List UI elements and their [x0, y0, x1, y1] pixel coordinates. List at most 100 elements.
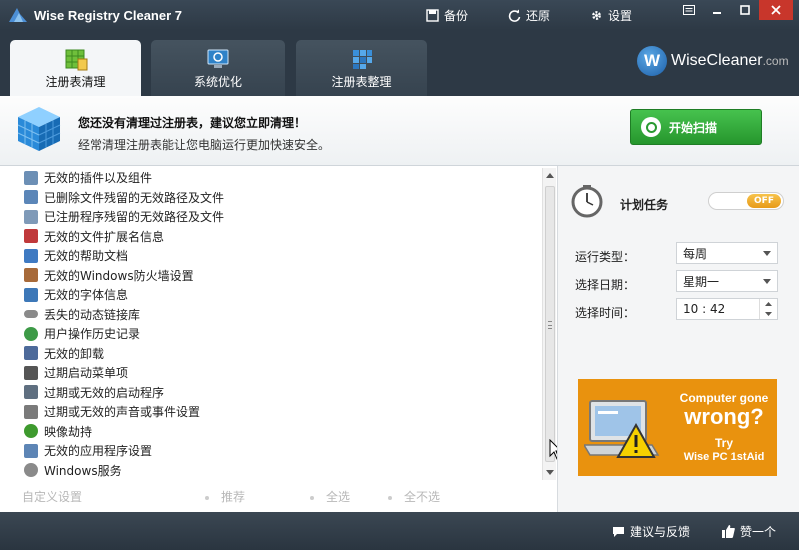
like-link[interactable]: 赞一个	[722, 523, 776, 540]
list-item[interactable]: 已注册程序残留的无效路径及文件	[24, 207, 224, 226]
history-icon	[24, 326, 38, 341]
schedule-label: 计划任务	[620, 198, 669, 212]
brand-suffix: .com	[762, 54, 789, 68]
minimize-icon	[713, 12, 721, 14]
plugin-icon	[24, 170, 38, 185]
start-scan-button[interactable]: 开始扫描	[630, 109, 762, 145]
bug-icon	[24, 424, 38, 438]
program-file-icon	[24, 209, 38, 224]
ad-line-1: Computer gone	[679, 391, 769, 405]
scroll-up-arrow-icon[interactable]	[543, 168, 557, 182]
backup-label: 备份	[444, 8, 469, 23]
tab-registry-defrag[interactable]: 注册表整理	[296, 40, 427, 96]
list-item-label: 无效的卸载	[44, 346, 105, 361]
laptop-warning-icon	[584, 400, 660, 458]
list-item[interactable]: 过期启动菜单项	[24, 363, 128, 382]
ad-line-4: Wise PC 1stAid	[683, 451, 765, 463]
bottom-bar: 建议与反馈 赞一个	[0, 512, 799, 550]
tab-label: 系统优化	[193, 75, 242, 89]
day-label: 选择日期：	[575, 278, 636, 292]
list-item[interactable]: 过期或无效的声音或事件设置	[24, 402, 200, 421]
close-icon	[771, 5, 781, 15]
list-scrollbar[interactable]	[542, 168, 556, 480]
list-item[interactable]: 无效的文件扩展名信息	[24, 227, 164, 246]
settings-label: 设置	[608, 8, 633, 23]
tab-registry-clean[interactable]: 注册表清理	[10, 40, 141, 96]
list-item[interactable]: 无效的卸载	[24, 344, 104, 363]
list-item-label: 无效的插件以及组件	[44, 171, 153, 185]
recommended-link[interactable]: 推荐	[205, 488, 245, 505]
settings-button[interactable]: 设置	[590, 6, 632, 24]
help-document-icon	[24, 248, 38, 263]
list-item-label: 无效的帮助文档	[44, 249, 129, 263]
time-stepper[interactable]	[759, 299, 777, 319]
chevron-down-icon[interactable]	[757, 271, 777, 291]
list-item[interactable]: 无效的插件以及组件	[24, 168, 152, 187]
app-window: Wise Registry Cleaner 7 备份 还原 设置 注册表清理 系…	[0, 0, 799, 550]
list-item[interactable]: 丢失的动态链接库	[24, 305, 140, 324]
registry-category-list: 无效的插件以及组件 已删除文件残留的无效路径及文件 已注册程序残留的无效路径及文…	[0, 166, 557, 482]
app-title: Wise Registry Cleaner 7	[34, 8, 183, 23]
minimize-button[interactable]	[703, 0, 731, 20]
menu-button[interactable]	[675, 0, 703, 20]
tab-system-optimize[interactable]: 系统优化	[151, 40, 285, 96]
scan-icon	[641, 117, 661, 137]
select-all-label: 全选	[326, 490, 351, 504]
startup-program-icon	[24, 385, 38, 399]
spin-down-icon[interactable]	[760, 309, 777, 319]
restore-button[interactable]: 还原	[508, 6, 550, 24]
list-item[interactable]: 用户操作历史记录	[24, 324, 140, 343]
day-select[interactable]: 星期一	[676, 270, 778, 292]
app-settings-icon	[24, 443, 38, 458]
clock-icon	[571, 185, 603, 218]
title-bar: Wise Registry Cleaner 7 备份 还原 设置	[0, 0, 799, 30]
schedule-toggle[interactable]: OFF	[708, 192, 784, 210]
spin-up-icon[interactable]	[760, 299, 777, 309]
chevron-down-icon[interactable]	[757, 243, 777, 263]
run-type-label: 运行类型：	[575, 250, 636, 264]
status-banner: 您还没有清理过注册表，建议您立即清理！ 经常清理注册表能让您电脑运行更加快速安全…	[0, 96, 799, 166]
list-item[interactable]: Windows服务	[24, 461, 122, 480]
select-all-link[interactable]: 全选	[310, 488, 350, 505]
run-type-select[interactable]: 每周	[676, 242, 778, 264]
list-item-label: 无效的应用程序设置	[44, 444, 153, 458]
list-item-label: 过期或无效的声音或事件设置	[44, 405, 201, 419]
deleted-file-icon	[24, 190, 38, 204]
list-item-label: 无效的Windows防火墙设置	[44, 268, 194, 283]
services-icon	[24, 463, 38, 477]
ad-line-3: Try	[714, 436, 733, 450]
wisecleaner-brand[interactable]: W WiseCleaner.com	[637, 46, 789, 76]
scroll-down-arrow-icon[interactable]	[543, 466, 557, 480]
list-item[interactable]: 无效的Windows防火墙设置	[24, 266, 194, 285]
custom-settings-link[interactable]: 自定义设置	[22, 488, 82, 505]
list-item[interactable]: 映像劫持	[24, 422, 92, 441]
toggle-state: OFF	[747, 194, 781, 208]
list-item[interactable]: 过期或无效的启动程序	[24, 383, 164, 402]
list-item[interactable]: 无效的应用程序设置	[24, 441, 152, 460]
list-item[interactable]: 无效的字体信息	[24, 285, 128, 304]
gear-icon	[592, 10, 601, 20]
close-button[interactable]	[759, 0, 793, 20]
list-item-label: 无效的字体信息	[44, 288, 129, 302]
list-item[interactable]: 无效的帮助文档	[24, 246, 128, 265]
time-value: 10 : 42	[683, 302, 726, 316]
chat-bubble-icon	[613, 526, 624, 537]
file-extension-icon	[24, 229, 38, 243]
wisecleaner-logo-icon: W	[637, 46, 667, 76]
backup-button[interactable]: 备份	[426, 6, 468, 24]
scroll-thumb[interactable]	[545, 186, 555, 462]
uninstall-icon	[24, 346, 38, 360]
feedback-link[interactable]: 建议与反馈	[612, 523, 690, 540]
brand-name-text: WiseCleaner	[671, 52, 763, 69]
select-none-link[interactable]: 全不选	[388, 488, 440, 505]
brand-name: WiseCleaner.com	[671, 52, 789, 70]
custom-settings-label: 自定义设置	[22, 490, 83, 504]
pc-1staid-ad[interactable]: Computer gone wrong? Try Wise PC 1stAid	[578, 379, 777, 476]
banner-subtitle: 经常清理注册表能让您电脑运行更加快速安全。	[78, 138, 331, 152]
recommended-label: 推荐	[221, 490, 246, 504]
day-value: 星期一	[683, 274, 720, 289]
time-input[interactable]: 10 : 42	[676, 298, 778, 320]
list-item-label: 已删除文件残留的无效路径及文件	[44, 190, 225, 205]
list-item[interactable]: 已删除文件残留的无效路径及文件	[24, 188, 224, 207]
maximize-button[interactable]	[731, 0, 759, 20]
